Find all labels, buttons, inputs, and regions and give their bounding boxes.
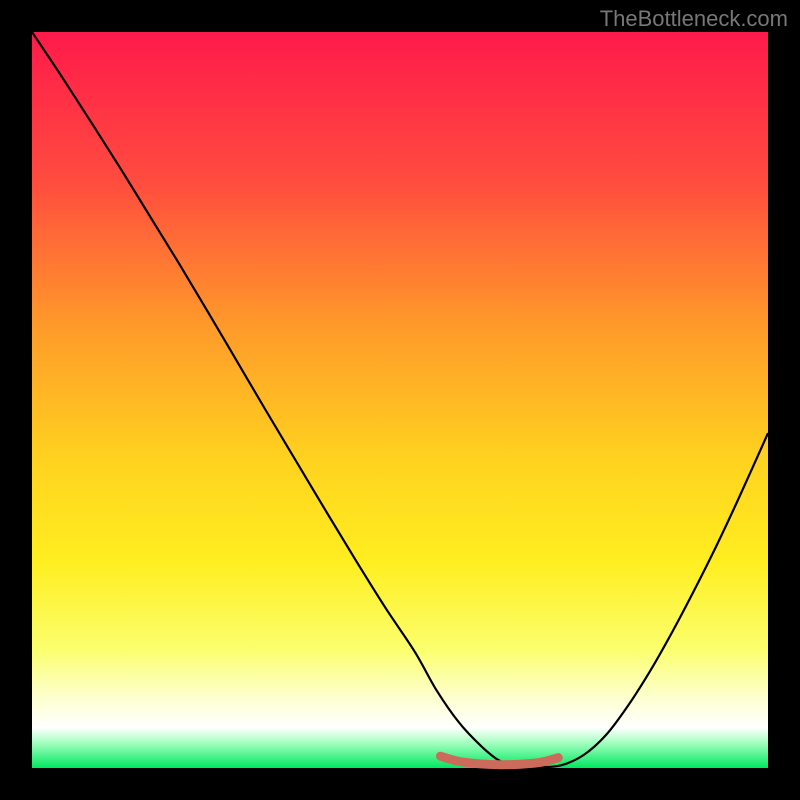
watermark-text: TheBottleneck.com — [600, 6, 788, 32]
bottleneck-chart: TheBottleneck.com — [0, 0, 800, 800]
chart-svg — [0, 0, 800, 800]
